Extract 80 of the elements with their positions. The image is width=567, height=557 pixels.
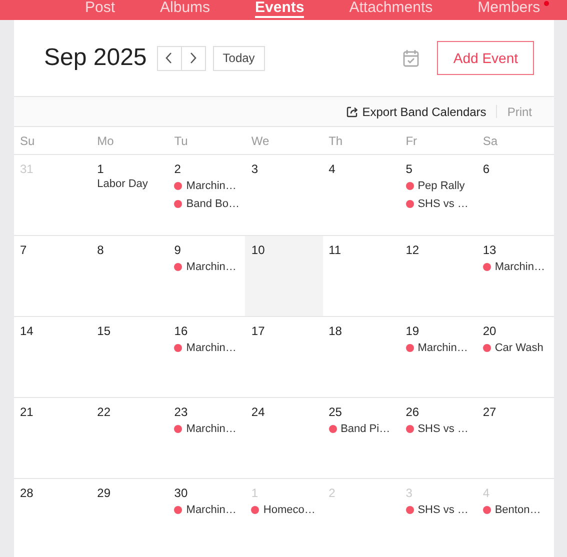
day-number: 12 [406, 243, 420, 257]
event-dot [174, 182, 182, 190]
event-dot [251, 506, 260, 514]
day-number: 21 [20, 405, 34, 419]
event-dot [482, 506, 491, 514]
day-number: 25 [328, 405, 342, 419]
day-number: 14 [20, 324, 34, 338]
event-title[interactable]: Marchin… [186, 180, 236, 192]
event-dot [174, 200, 182, 208]
day-number: 9 [174, 243, 181, 257]
day-number: 28 [20, 486, 34, 500]
day-number: 17 [251, 324, 265, 338]
event-dot [406, 506, 414, 514]
day-number: 5 [406, 162, 412, 176]
day-number: 16 [174, 324, 188, 338]
day-number: 10 [251, 243, 265, 257]
event-title[interactable]: SHS vs … [418, 504, 468, 516]
weekday-label: Fr [404, 134, 418, 148]
event-title[interactable]: SHS vs … [418, 198, 468, 210]
event-dot [406, 182, 414, 190]
event-dot [482, 262, 491, 270]
calendar-check-icon[interactable] [403, 49, 420, 67]
day-number: 20 [482, 324, 496, 338]
event-title[interactable]: Marchin… [186, 260, 236, 272]
event-title[interactable]: Marchin… [186, 422, 236, 434]
day-number: 7 [20, 243, 27, 257]
event-title[interactable]: Marchin… [494, 260, 545, 272]
event-dot [406, 424, 414, 432]
event-title[interactable]: Pep Rally [418, 180, 465, 192]
event-dot [174, 424, 182, 432]
chevron-left-icon [165, 52, 174, 64]
day-number: 27 [482, 405, 496, 419]
export-icon [346, 106, 358, 118]
event-title[interactable]: Marchin… [186, 342, 236, 354]
event-dot [328, 424, 337, 432]
day-number: 26 [406, 405, 420, 419]
weekday-label: Mo [96, 134, 114, 148]
event-title[interactable]: Band Bo… [186, 198, 240, 210]
day-number: 23 [174, 405, 188, 419]
weekday-label: Sa [482, 134, 498, 148]
previous-button[interactable] [156, 46, 182, 70]
day-number: 22 [97, 405, 110, 419]
today-button[interactable]: Today [212, 46, 265, 70]
add-event-button[interactable]: Add Event [437, 41, 534, 75]
event-title[interactable]: Homeco… [263, 504, 316, 516]
event-dot [406, 200, 414, 208]
holiday-label: Labor Day [97, 177, 148, 191]
day-number: 15 [97, 324, 110, 338]
export-link[interactable]: Export Band Calendars [362, 104, 486, 118]
day-number: 24 [251, 405, 265, 419]
day-number: 11 [328, 243, 342, 257]
day-number: 18 [328, 324, 342, 338]
event-dot [174, 262, 182, 270]
weekday-label: We [250, 134, 270, 148]
event-dot [174, 506, 182, 514]
event-title[interactable]: SHS vs … [418, 422, 468, 434]
day-number: 6 [482, 162, 490, 176]
day-number: 1 [97, 162, 104, 176]
day-number: 29 [97, 486, 110, 500]
next-button[interactable] [180, 46, 206, 70]
event-dot [406, 344, 414, 352]
day-number: 8 [97, 243, 104, 257]
event-title[interactable]: Marchin… [186, 504, 236, 516]
event-title[interactable]: Benton… [494, 504, 541, 516]
event-title[interactable]: Band Pi… [340, 422, 390, 434]
day-number: 13 [482, 243, 496, 257]
weekday-label: Tu [173, 134, 188, 148]
event-dot [482, 344, 491, 352]
weekday-label: Su [19, 134, 35, 148]
chevron-right-icon [189, 52, 198, 64]
event-title[interactable]: Marchin… [418, 342, 468, 354]
day-number: 30 [174, 486, 188, 500]
event-title[interactable]: Car Wash [494, 342, 544, 354]
day-number: 3 [251, 162, 258, 176]
day-number: 19 [406, 324, 420, 338]
month-title: Sep 2025 [44, 44, 147, 72]
weekday-label: Th [328, 134, 343, 148]
day-number: 4 [328, 162, 336, 176]
day-number: 2 [174, 162, 181, 176]
event-dot [174, 344, 182, 352]
